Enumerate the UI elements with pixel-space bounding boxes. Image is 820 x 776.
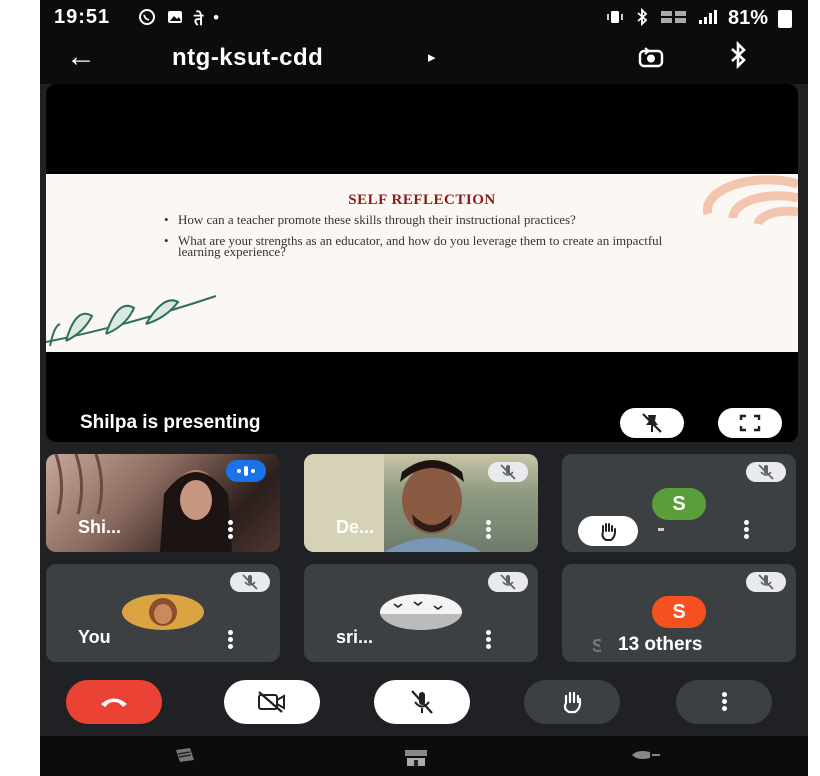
more-vertical-icon[interactable] bbox=[228, 630, 234, 650]
hand-icon bbox=[563, 691, 582, 714]
hand-icon bbox=[601, 523, 616, 541]
mic-off-icon bbox=[488, 462, 528, 482]
back-nav-icon[interactable] bbox=[630, 746, 662, 769]
signal-volte-icon bbox=[660, 8, 688, 30]
participant-name-truncated bbox=[658, 528, 664, 531]
android-nav-bar bbox=[40, 736, 808, 776]
avatar: S bbox=[652, 488, 706, 520]
notification-icons: ते • bbox=[138, 8, 219, 31]
presenting-label: Shilpa is presenting bbox=[80, 412, 261, 433]
participant-tile[interactable]: De... bbox=[304, 454, 538, 552]
call-controls bbox=[40, 680, 808, 726]
avatar bbox=[122, 594, 204, 630]
more-vertical-icon[interactable] bbox=[228, 520, 234, 540]
mic-off-icon bbox=[746, 572, 786, 592]
chevron-right-icon[interactable]: ▸ bbox=[428, 48, 436, 66]
mic-toggle-button[interactable] bbox=[374, 680, 470, 724]
battery-icon bbox=[778, 9, 792, 28]
bluetooth-status-icon bbox=[634, 7, 650, 30]
signal-strength-icon bbox=[698, 9, 718, 29]
dot-icon: • bbox=[213, 8, 220, 27]
raised-hand-badge bbox=[578, 516, 638, 546]
participant-name: sri... bbox=[336, 627, 374, 647]
participant-name: Shi... bbox=[78, 517, 122, 537]
slide-bullet: How can a teacher promote these skills t… bbox=[164, 213, 684, 226]
others-tile[interactable]: S Su 13 others bbox=[562, 564, 796, 662]
presentation-slide: SELF REFLECTION How can a teacher promot… bbox=[46, 174, 798, 352]
status-bar: 19:51 ते • 81% bbox=[40, 0, 808, 36]
mic-off-icon bbox=[746, 462, 786, 482]
status-time: 19:51 bbox=[54, 6, 111, 28]
slide-bullet: What are your strengths as an educator, … bbox=[164, 234, 684, 258]
recent-apps-icon[interactable] bbox=[172, 746, 198, 771]
camera-toggle-button[interactable] bbox=[224, 680, 320, 724]
speaking-indicator-icon bbox=[226, 460, 266, 482]
camera-off-icon bbox=[258, 691, 285, 713]
participant-tile[interactable]: S bbox=[562, 454, 796, 552]
participant-name: You bbox=[78, 627, 111, 647]
participant-tile[interactable]: Shi... bbox=[46, 454, 280, 552]
gallery-icon bbox=[166, 8, 184, 31]
arrow-left-icon[interactable]: ← bbox=[66, 40, 96, 74]
slide-bullets: How can a teacher promote these skills t… bbox=[164, 213, 684, 267]
more-vertical-icon[interactable] bbox=[486, 630, 492, 650]
more-vertical-icon[interactable] bbox=[744, 520, 750, 540]
avatar: S bbox=[652, 596, 706, 628]
mic-off-icon bbox=[488, 572, 528, 592]
others-count-label: 13 others bbox=[618, 634, 703, 655]
meeting-header: ← ntg-ksut-cdd ▸ bbox=[40, 36, 808, 84]
meet-screen: 19:51 ते • 81% ← ntg-ksut-cdd ▸ SELF REF… bbox=[40, 0, 808, 776]
raise-hand-button[interactable] bbox=[524, 680, 620, 724]
app-notification-icon: ते bbox=[194, 12, 204, 29]
more-vertical-icon bbox=[721, 691, 727, 713]
meeting-code[interactable]: ntg-ksut-cdd bbox=[172, 44, 323, 72]
end-call-button[interactable] bbox=[66, 680, 162, 724]
decorative-leaf-graphic bbox=[46, 295, 217, 347]
slide-title: SELF REFLECTION bbox=[348, 192, 496, 208]
system-icons: 81% bbox=[606, 7, 792, 30]
participant-name: De... bbox=[336, 517, 375, 537]
participant-tile[interactable]: You bbox=[46, 564, 280, 662]
decorative-arc-graphic bbox=[702, 175, 798, 226]
pin-off-icon bbox=[642, 413, 662, 433]
more-vertical-icon[interactable] bbox=[486, 520, 492, 540]
fullscreen-icon bbox=[739, 414, 761, 432]
fullscreen-button[interactable] bbox=[718, 408, 782, 438]
whatsapp-icon bbox=[138, 8, 156, 31]
battery-percentage: 81% bbox=[727, 7, 768, 29]
mic-off-icon bbox=[411, 690, 433, 714]
home-icon[interactable] bbox=[402, 746, 430, 773]
avatar bbox=[380, 594, 462, 630]
mic-off-icon bbox=[230, 572, 270, 592]
vibrate-icon bbox=[606, 9, 624, 29]
unpin-button[interactable] bbox=[620, 408, 684, 438]
more-options-button[interactable] bbox=[676, 680, 772, 724]
phone-hangup-icon bbox=[101, 698, 127, 707]
bluetooth-icon[interactable] bbox=[728, 40, 748, 77]
participant-tile[interactable]: sri... bbox=[304, 564, 538, 662]
camera-flip-icon[interactable] bbox=[636, 43, 666, 73]
presentation-view[interactable]: SELF REFLECTION How can a teacher promot… bbox=[46, 84, 798, 442]
